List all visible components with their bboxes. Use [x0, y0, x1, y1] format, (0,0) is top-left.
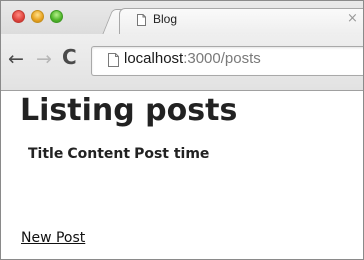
table-header-row: Title Content Post time — [28, 146, 213, 162]
page-title: Listing posts — [20, 93, 238, 128]
back-arrow-icon[interactable]: ← — [8, 49, 24, 69]
column-header-content: Content — [67, 146, 131, 162]
page-icon — [108, 53, 119, 67]
tab-title: Blog — [153, 12, 178, 26]
zoom-window-button[interactable] — [50, 10, 63, 23]
browser-window: Blog × ← → C localhost:3000/posts Listin… — [0, 0, 364, 260]
close-window-button[interactable] — [12, 10, 25, 23]
reload-icon[interactable]: C — [62, 47, 77, 67]
new-post-link[interactable]: New Post — [21, 230, 85, 246]
url-text[interactable]: localhost:3000/posts — [124, 50, 261, 67]
url-host: localhost — [124, 50, 184, 67]
url-path: :3000/posts — [183, 50, 261, 67]
column-header-post-time: Post time — [134, 146, 210, 162]
tab-close-icon[interactable]: × — [347, 11, 358, 26]
page-content: Listing posts Title Content Post time New … — [1, 91, 363, 259]
column-header-title: Title — [28, 146, 64, 162]
minimize-window-button[interactable] — [31, 10, 44, 23]
page-icon — [137, 14, 146, 26]
forward-arrow-icon[interactable]: → — [36, 49, 52, 69]
